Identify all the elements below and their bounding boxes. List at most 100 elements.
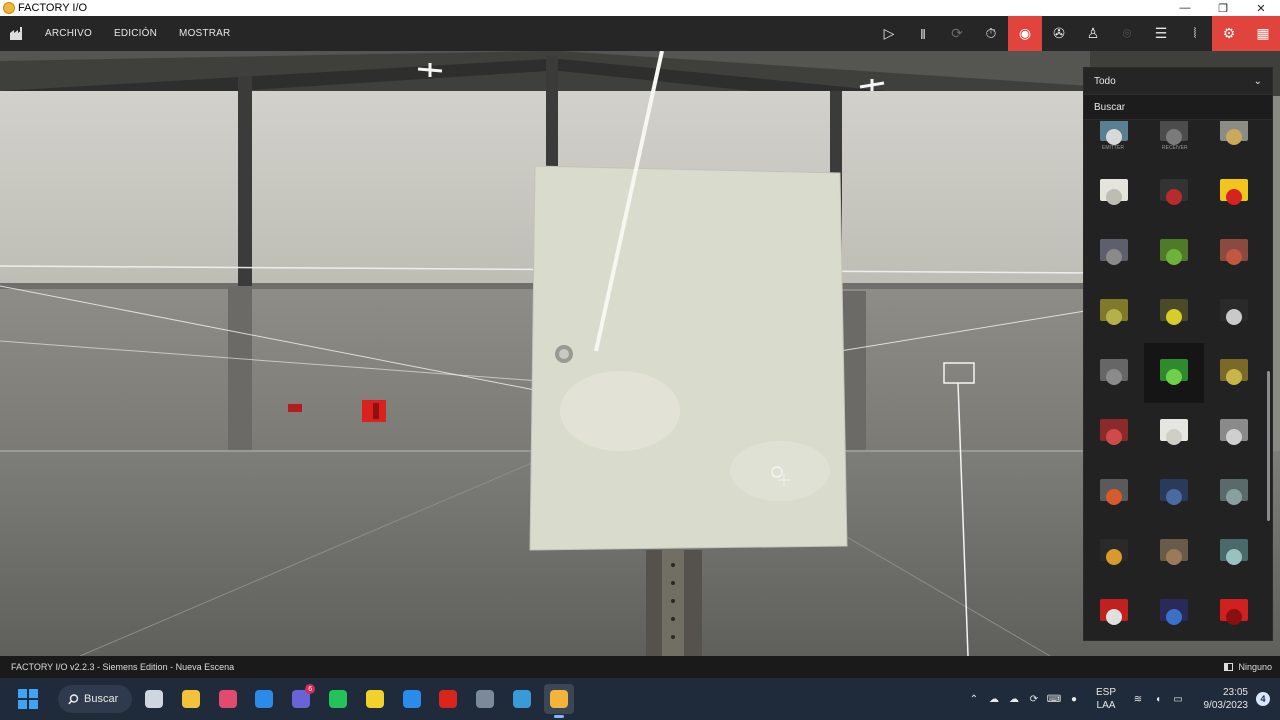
part-item[interactable]	[1144, 523, 1204, 583]
remote-desktop-icon[interactable]	[507, 684, 537, 714]
part-item[interactable]	[1204, 403, 1264, 463]
driver-status-icon	[1224, 663, 1234, 671]
part-item[interactable]	[1144, 403, 1204, 463]
sticky-notes-icon[interactable]	[360, 684, 390, 714]
taskbar-search[interactable]: Buscar	[58, 685, 132, 713]
part-item[interactable]	[1084, 583, 1144, 641]
list-icon[interactable]: ☰	[1144, 16, 1178, 51]
part-item[interactable]	[1204, 463, 1264, 523]
settings-icon[interactable]	[470, 684, 500, 714]
part-item[interactable]	[1084, 223, 1144, 283]
task-view-icon[interactable]	[139, 684, 169, 714]
menu-edicion[interactable]: EDICIÓN	[103, 28, 168, 39]
window-title: FACTORY I/O	[18, 2, 88, 14]
scrollbar-thumb[interactable]	[1267, 371, 1270, 521]
part-label: RECEIVER	[1162, 145, 1188, 151]
part-thumbnail-icon	[1160, 419, 1188, 445]
volume-icon[interactable]: ◖	[1148, 694, 1168, 705]
part-thumbnail-icon	[1160, 539, 1188, 565]
part-item[interactable]	[1084, 121, 1144, 163]
minimize-button[interactable]: —	[1166, 0, 1204, 16]
part-item[interactable]	[1204, 583, 1264, 641]
part-item[interactable]	[1204, 223, 1264, 283]
parts-search-input[interactable]: Buscar	[1084, 94, 1272, 120]
onedrive-icon[interactable]: ☁	[1004, 694, 1024, 705]
restore-button[interactable]: ❐	[1204, 0, 1242, 16]
part-thumbnail-icon	[1160, 299, 1188, 325]
camera-orbit-icon[interactable]: ✇	[1042, 16, 1076, 51]
part-item[interactable]	[1204, 523, 1264, 583]
search-icon	[68, 693, 79, 704]
clock[interactable]: 23:05 9/03/2023	[1188, 686, 1249, 712]
part-thumbnail-icon	[1100, 479, 1128, 505]
battery-icon[interactable]: ▭	[1168, 694, 1188, 705]
language-code: ESP	[1095, 687, 1116, 698]
parts-panel: Todo ⌄ Buscar EMITTER RECEIVER	[1083, 67, 1273, 641]
part-item[interactable]	[1204, 121, 1264, 163]
keyboard-icon[interactable]: ⌨	[1044, 694, 1064, 705]
acrobat-icon[interactable]	[433, 684, 463, 714]
part-item[interactable]	[1144, 223, 1204, 283]
part-item[interactable]	[1144, 343, 1204, 403]
part-thumbnail-icon	[1220, 599, 1248, 625]
part-item[interactable]	[1084, 463, 1144, 523]
teams-icon[interactable]: 6	[286, 684, 316, 714]
system-tray: ⌃ ☁ ☁ ⟳ ⌨ ● ESP LAA ≋ ◖ ▭ 23:05 9/03/202…	[964, 678, 1280, 720]
close-button[interactable]: ✕	[1242, 0, 1280, 16]
cloud-icon[interactable]: ☁	[984, 694, 1004, 705]
mail-icon[interactable]	[397, 684, 427, 714]
stopwatch-icon[interactable]: ⏱	[974, 16, 1008, 51]
part-item[interactable]	[1144, 163, 1204, 223]
snipping-tool-icon[interactable]	[213, 684, 243, 714]
parts-scrollbar[interactable]	[1265, 121, 1271, 641]
part-item[interactable]	[1144, 121, 1204, 163]
settings-icon[interactable]: ⌾	[1110, 16, 1144, 51]
part-thumbnail-icon	[1220, 419, 1248, 445]
factory-icon[interactable]	[0, 16, 34, 51]
part-label: EMITTER	[1102, 145, 1124, 151]
play-icon[interactable]: ▷	[872, 16, 906, 51]
wifi-icon[interactable]: ≋	[1128, 694, 1148, 705]
part-item[interactable]	[1204, 343, 1264, 403]
part-item[interactable]	[1084, 343, 1144, 403]
status-right: Ninguno	[1224, 656, 1272, 678]
keyboard-layout: LAA	[1096, 700, 1116, 711]
walk-icon[interactable]: ♙	[1076, 16, 1110, 51]
pause-icon[interactable]: ‖	[906, 16, 940, 51]
part-item[interactable]	[1144, 583, 1204, 641]
part-thumbnail-icon	[1100, 419, 1128, 445]
file-explorer-icon[interactable]	[176, 684, 206, 714]
menu-archivo[interactable]: ARCHIVO	[34, 28, 103, 39]
edge-icon[interactable]	[249, 684, 279, 714]
driver-icon[interactable]: ◉	[1008, 16, 1042, 51]
part-thumbnail-icon	[1160, 359, 1188, 385]
part-thumbnail-icon	[1220, 179, 1248, 205]
part-item[interactable]	[1084, 163, 1144, 223]
part-thumbnail-icon	[1100, 239, 1128, 265]
reset-icon[interactable]: ⟳	[940, 16, 974, 51]
category-filter[interactable]: Todo ⌄	[1084, 68, 1272, 94]
part-item[interactable]	[1144, 463, 1204, 523]
app-menubar: ARCHIVO EDICIÓN MOSTRAR ▷ ‖ ⟳ ⏱ ◉ ✇ ♙ ⌾ ☰ ⦚ ⚙ ▦	[0, 16, 1280, 51]
part-item[interactable]	[1144, 283, 1204, 343]
grid-icon[interactable]: ▦	[1246, 16, 1280, 51]
sync-icon[interactable]: ⟳	[1024, 694, 1044, 705]
language-indicator[interactable]: ESP LAA	[1090, 686, 1122, 712]
part-item[interactable]	[1084, 283, 1144, 343]
part-item[interactable]	[1084, 403, 1144, 463]
chevron-up-icon[interactable]: ⌃	[964, 694, 984, 705]
factory-io-icon[interactable]	[543, 684, 574, 718]
part-thumbnail-icon	[1220, 359, 1248, 385]
part-item[interactable]	[1204, 283, 1264, 343]
parts-icon[interactable]: ⚙	[1212, 16, 1246, 51]
part-item[interactable]	[1084, 523, 1144, 583]
part-item[interactable]	[1204, 163, 1264, 223]
whatsapp-icon[interactable]	[323, 684, 353, 714]
windows-start-icon[interactable]	[14, 685, 42, 713]
notification-badge[interactable]: 4	[1256, 692, 1270, 706]
sensor-icon[interactable]: ⦚	[1178, 16, 1212, 51]
part-thumbnail-icon	[1220, 121, 1248, 145]
menu-mostrar[interactable]: MOSTRAR	[168, 28, 241, 39]
part-thumbnail-icon	[1100, 179, 1128, 205]
microphone-icon[interactable]: ●	[1064, 694, 1084, 705]
